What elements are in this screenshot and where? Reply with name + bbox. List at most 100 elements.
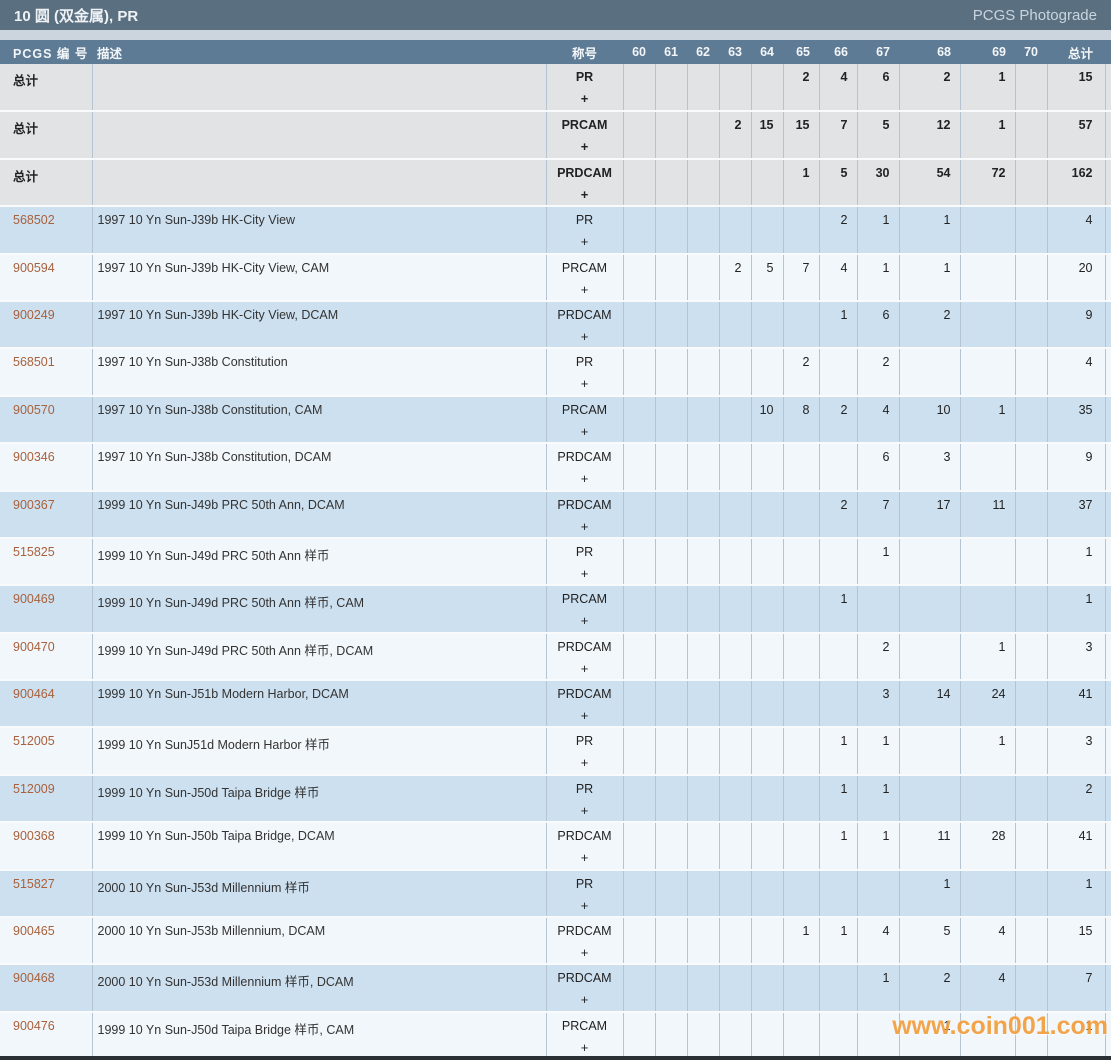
designation-label: PRDCAM [557,497,612,512]
pcgs-number-link[interactable]: 900476 [13,1019,55,1033]
grade-67-cell: 6 [857,64,900,113]
grade-67-cell: 1 [857,727,900,776]
grade-62-cell [687,111,720,160]
grade-67-cell [857,585,900,634]
col-header-grade-60: 60 [623,40,655,64]
grade-70-cell [1015,111,1048,160]
designation-plus: + [580,1039,589,1055]
pcgs-number-link[interactable]: 900594 [13,261,55,275]
grade-68-cell: 1 [899,869,961,919]
designation-plus: + [580,660,589,676]
grade-61-cell [655,632,688,682]
designation-label: PRCAM [561,118,608,133]
grade-66-cell [819,443,858,492]
pcgs-number-link[interactable]: 515827 [13,877,55,891]
grade-68-cell [899,348,961,397]
designation-label: PR [575,213,594,228]
grade-67-cell: 1 [857,537,900,587]
designation-label: PR [575,876,594,891]
grade-67-cell: 5 [857,111,900,160]
grade-60-cell [623,917,656,966]
pcgs-number-link[interactable]: 900570 [13,403,55,417]
pcgs-number-link[interactable]: 900346 [13,450,55,464]
grade-62-cell [687,774,720,824]
pcgs-number-link[interactable]: 900464 [13,687,55,701]
designation-cell: PRCAM + [546,111,624,160]
grade-64-cell [751,490,784,539]
pcgs-number-link[interactable]: 568501 [13,355,55,369]
grade-63-cell [719,537,752,587]
grade-69-cell [960,774,1016,824]
pcgs-number-link[interactable]: 900470 [13,640,55,654]
grade-63-cell [719,585,752,634]
description-cell: 1997 10 Yn Sun-J38b Constitution, CAM [92,395,547,445]
grade-62-cell [687,917,720,966]
grade-60-cell [623,348,656,397]
pcgs-number-link[interactable]: 900468 [13,971,55,985]
pcgs-number-link[interactable]: 900249 [13,308,55,322]
grade-62-cell [687,727,720,776]
col-header-grade-64: 64 [751,40,783,64]
pcgs-cell: 900249 [0,300,93,350]
grade-63-cell [719,727,752,776]
pcgs-number-link[interactable]: 515825 [13,545,55,559]
pcgs-cell: 总计 [0,158,93,208]
col-header-grade-70: 70 [1015,40,1047,64]
coin-row: 900570 1997 10 Yn Sun-J38b Constitution, … [0,395,1111,445]
row-edge [1105,490,1111,539]
grade-68-cell: 5 [899,917,961,966]
designation-label: PRCAM [561,1018,608,1033]
grade-69-cell [960,443,1016,492]
pcgs-number-link[interactable]: 568502 [13,213,55,227]
grade-61-cell [655,822,688,871]
coin-row: 900249 1997 10 Yn Sun-J39b HK-City View, … [0,300,1111,350]
grade-68-cell [899,774,961,824]
grade-63-cell [719,158,752,208]
grade-70-cell [1015,917,1048,966]
grade-64-cell [751,1011,784,1060]
designation-label: PR [575,544,594,559]
pcgs-number-link[interactable]: 512009 [13,782,55,796]
row-edge [1105,158,1111,208]
grade-64-cell [751,300,784,350]
pcgs-number-link[interactable]: 900367 [13,498,55,512]
designation-cell: PRDCAM + [546,443,624,492]
grade-70-cell [1015,490,1048,539]
row-edge [1105,395,1111,445]
col-header-edge [1105,40,1111,64]
grade-66-cell [819,632,858,682]
designation-cell: PR + [546,774,624,824]
pcgs-cell: 512005 [0,727,93,776]
designation-plus: + [580,139,589,155]
grade-62-cell [687,964,720,1013]
row-total-cell: 1 [1047,869,1106,919]
grade-68-cell [899,727,961,776]
pcgs-number-link[interactable]: 900469 [13,592,55,606]
description-cell [92,64,547,113]
grade-64-cell [751,64,784,113]
designation-plus: + [580,91,589,106]
grade-61-cell [655,917,688,966]
grade-66-cell [819,1011,858,1060]
grade-68-cell: 2 [899,64,961,113]
grade-70-cell [1015,300,1048,350]
pcgs-cell: 900368 [0,822,93,871]
grade-63-cell [719,206,752,255]
grade-61-cell [655,348,688,397]
pcgs-number-link[interactable]: 512005 [13,734,55,748]
grade-70-cell [1015,158,1048,208]
coin-row: 512005 1999 10 Yn SunJ51d Modern Harbor 样… [0,727,1111,776]
row-total-cell: 4 [1047,206,1106,255]
col-header-grade-67: 67 [857,40,899,64]
total-row: 总计 PR +2 4 6 2 1 15 [0,64,1111,113]
coin-row: 900470 1999 10 Yn Sun-J49d PRC 50th Ann 样… [0,632,1111,682]
row-total-cell: 162 [1047,158,1106,208]
pcgs-number-link[interactable]: 900465 [13,924,55,938]
coin-row: 900346 1997 10 Yn Sun-J38b Constitution, … [0,443,1111,492]
pcgs-number-link[interactable]: 900368 [13,829,55,843]
pcgs-cell: 总计 [0,111,93,160]
grade-70-cell [1015,869,1048,919]
photograde-link[interactable]: PCGS Photograde [973,7,1097,24]
designation-plus: + [580,186,589,202]
grade-65-cell [783,537,820,587]
